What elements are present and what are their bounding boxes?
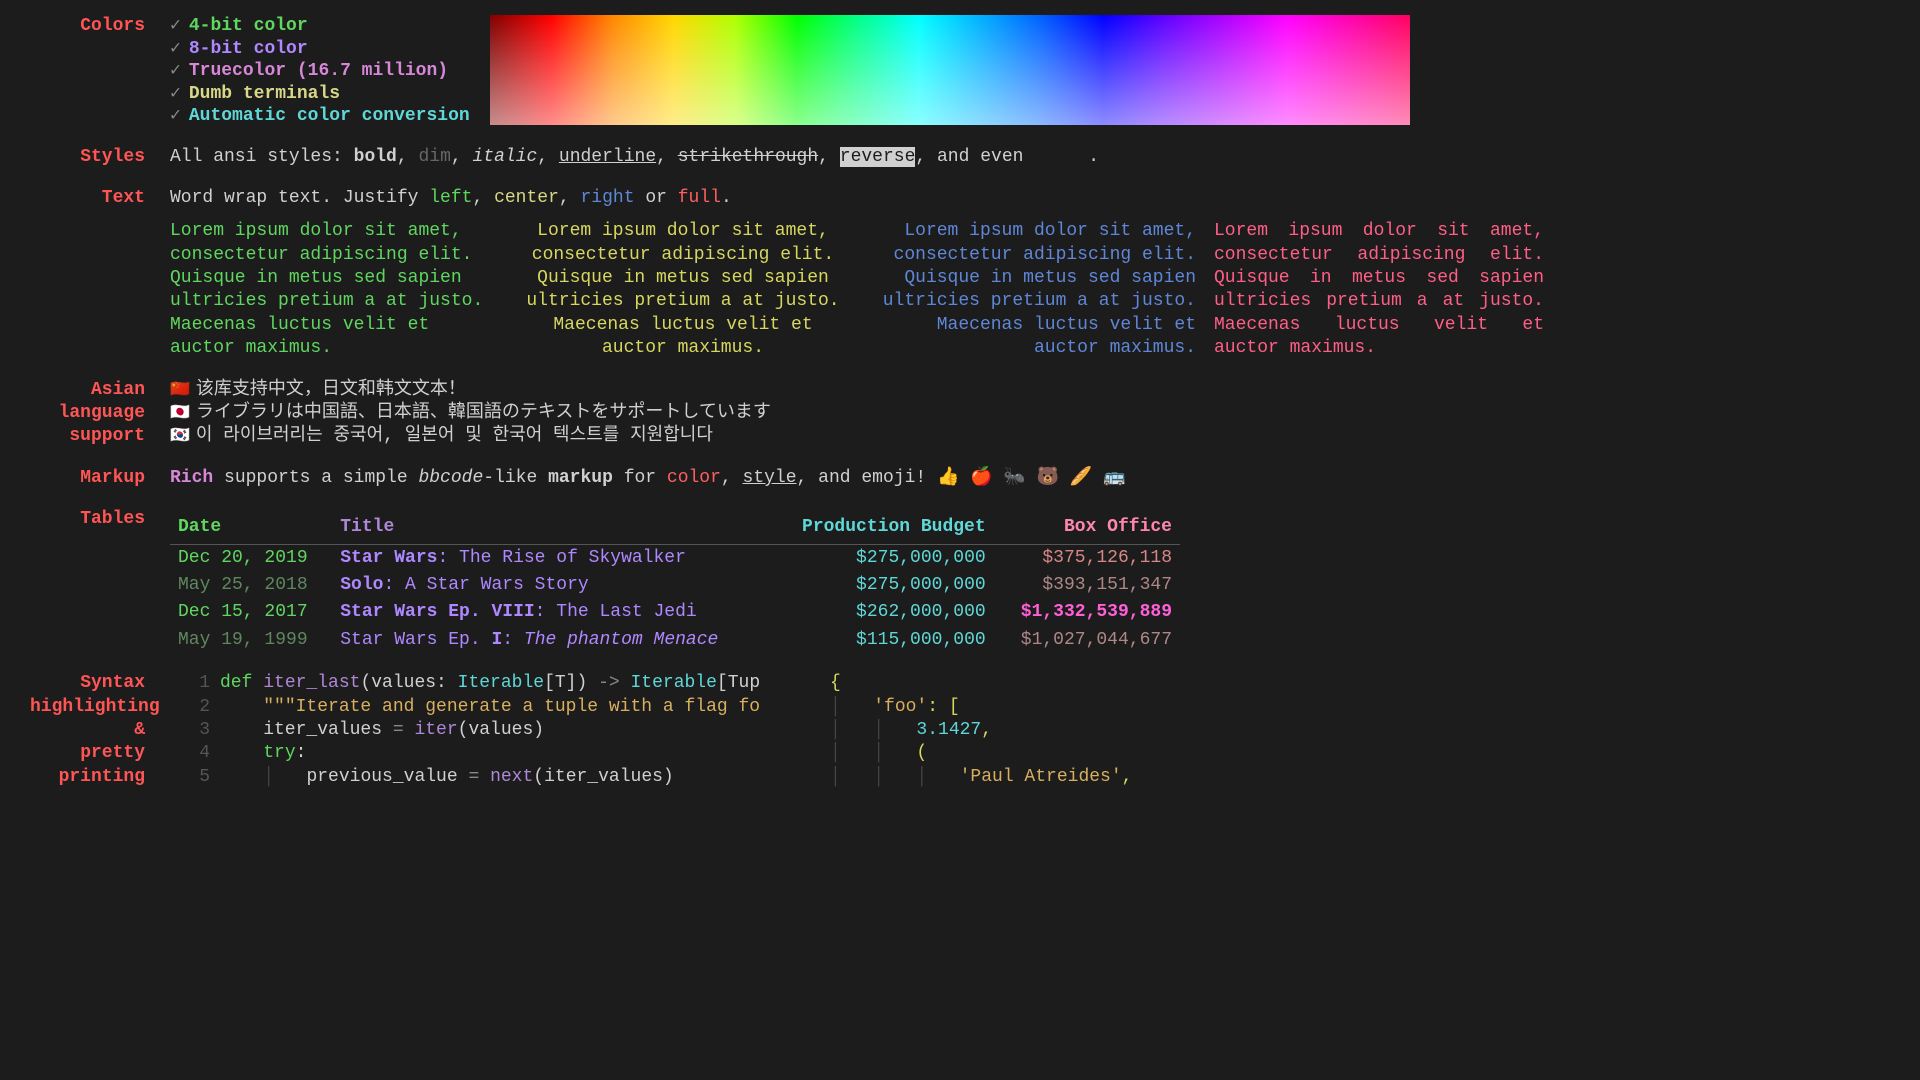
color-feature-item: ✓4-bit color <box>170 15 470 38</box>
cjk-chinese: 🇨🇳该库支持中文，日文和韩文文本！ <box>170 379 1890 402</box>
text-section: Text Word wrap text. Justify left, cente… <box>30 187 1890 361</box>
table-row: May 19, 1999Star Wars Ep. I: The phantom… <box>170 627 1180 654</box>
code-block: 12345 def iter_last(values: Iterable[T])… <box>170 672 1890 789</box>
table-row: Dec 15, 2017Star Wars Ep. VIII: The Last… <box>170 599 1180 626</box>
markup-line: Rich supports a simple bbcode-like marku… <box>170 467 1890 490</box>
check-icon: ✓ <box>170 84 181 104</box>
movies-table: Date Title Production Budget Box Office … <box>170 512 1180 654</box>
flag-kr-icon: 🇰🇷 <box>170 427 190 445</box>
lorem-full: Lorem ipsum dolor sit amet, consectetur … <box>1214 220 1544 360</box>
th-date: Date <box>170 512 332 544</box>
flag-cn-icon: 🇨🇳 <box>170 381 190 399</box>
code-line: """Iterate and generate a tuple with a f… <box>220 696 810 719</box>
styles-label: Styles <box>30 146 170 169</box>
cjk-korean: 🇰🇷이 라이브러리는 중국어, 일본어 및 한국어 텍스트를 지원합니다 <box>170 425 1890 448</box>
code-line: try: <box>220 742 810 765</box>
flag-jp-icon: 🇯🇵 <box>170 404 190 422</box>
table-row: Dec 20, 2019Star Wars: The Rise of Skywa… <box>170 544 1180 572</box>
color-feature-list: ✓4-bit color✓8-bit color✓Truecolor (16.7… <box>170 15 470 128</box>
pretty-print: {│ 'foo': [│ │ 3.1427,│ │ (│ │ │ 'Paul A… <box>830 672 1132 789</box>
markup-label: Markup <box>30 467 170 490</box>
styles-section: Styles All ansi styles: bold, dim, itali… <box>30 146 1890 169</box>
asian-section: Asian language support 🇨🇳该库支持中文，日文和韩文文本！… <box>30 379 1890 449</box>
cjk-japanese: 🇯🇵ライブラリは中国語、日本語、韓国語のテキストをサポートしています <box>170 402 1890 425</box>
syntax-label: Syntax highlighting & pretty printing <box>30 672 170 789</box>
th-title: Title <box>332 512 771 544</box>
color-feature-item: ✓Automatic color conversion <box>170 105 470 128</box>
code-line: def iter_last(values: Iterable[T]) -> It… <box>220 672 810 695</box>
th-budget: Production Budget <box>771 512 993 544</box>
check-icon: ✓ <box>170 16 181 36</box>
check-icon: ✓ <box>170 106 181 126</box>
table-row: May 25, 2018Solo: A Star Wars Story$275,… <box>170 572 1180 599</box>
tables-label: Tables <box>30 508 170 531</box>
code-line: │ previous_value = next(iter_values) <box>220 766 810 789</box>
asian-label: Asian language support <box>30 379 170 449</box>
color-feature-item: ✓Truecolor (16.7 million) <box>170 60 470 83</box>
lorem-columns: Lorem ipsum dolor sit amet, consectetur … <box>170 220 1890 360</box>
text-label: Text <box>30 187 170 210</box>
lorem-left: Lorem ipsum dolor sit amet, consectetur … <box>170 220 500 360</box>
emoji-run: 👍 🍎 🐜 🐻 🥖 🚌 <box>937 468 1125 488</box>
colors-section: Colors ✓4-bit color✓8-bit color✓Truecolo… <box>30 15 1890 128</box>
check-icon: ✓ <box>170 61 181 81</box>
color-feature-item: ✓8-bit color <box>170 38 470 61</box>
code-line: iter_values = iter(values) <box>220 719 810 742</box>
styles-text: All ansi styles: bold, dim, italic, unde… <box>170 146 1890 169</box>
markup-section: Markup Rich supports a simple bbcode-lik… <box>30 467 1890 490</box>
lorem-right: Lorem ipsum dolor sit amet, consectetur … <box>866 220 1196 360</box>
check-icon: ✓ <box>170 39 181 59</box>
color-feature-item: ✓Dumb terminals <box>170 83 470 106</box>
colors-label: Colors <box>30 15 170 38</box>
rainbow-swatch <box>490 15 1410 125</box>
syntax-section: Syntax highlighting & pretty printing 12… <box>30 672 1890 789</box>
tables-section: Tables Date Title Production Budget Box … <box>30 508 1890 654</box>
th-box: Box Office <box>994 512 1180 544</box>
lorem-center: Lorem ipsum dolor sit amet, consectetur … <box>518 220 848 360</box>
justify-line: Word wrap text. Justify left, center, ri… <box>170 187 1890 210</box>
